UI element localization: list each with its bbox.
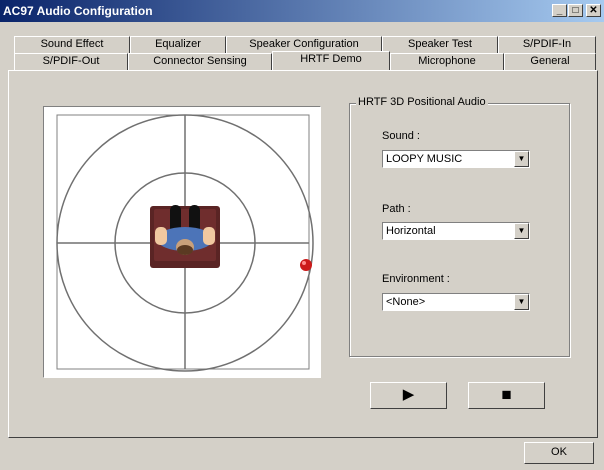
environment-label: Environment : — [382, 273, 450, 285]
play-button[interactable]: ▶ — [370, 382, 447, 409]
tab-spdif-out[interactable]: S/PDIF-Out — [14, 53, 128, 70]
sound-select-value: LOOPY MUSIC — [386, 153, 463, 165]
tab-equalizer[interactable]: Equalizer — [130, 36, 226, 53]
maximize-button[interactable]: □ — [568, 4, 583, 17]
minimize-button[interactable]: _ — [552, 4, 567, 17]
path-label: Path : — [382, 203, 411, 215]
play-icon: ▶ — [402, 386, 415, 403]
groupbox-title: HRTF 3D Positional Audio — [356, 96, 488, 108]
tab-speaker-test[interactable]: Speaker Test — [382, 36, 498, 53]
chevron-down-icon[interactable]: ▼ — [514, 294, 529, 310]
dialog-window: AC97 Audio Configuration _ □ ✕ Sound Eff… — [0, 0, 604, 470]
tab-connector-sensing[interactable]: Connector Sensing — [128, 53, 272, 70]
tab-spdif-in[interactable]: S/PDIF-In — [498, 36, 596, 53]
stop-button[interactable]: ■ — [468, 382, 545, 409]
tab-microphone[interactable]: Microphone — [390, 53, 504, 70]
chevron-down-icon[interactable]: ▼ — [514, 151, 529, 167]
chevron-down-icon[interactable]: ▼ — [514, 223, 529, 239]
sound-label: Sound : — [382, 130, 420, 142]
hrtf-visualization — [43, 106, 321, 378]
sound-source-marker[interactable] — [300, 259, 312, 271]
position-map — [56, 114, 314, 372]
environment-select[interactable]: <None> ▼ — [382, 293, 530, 311]
tab-general[interactable]: General — [504, 53, 596, 70]
title-bar[interactable]: AC97 Audio Configuration _ □ ✕ — [0, 0, 604, 22]
environment-select-value: <None> — [386, 296, 426, 308]
path-select-value: Horizontal — [386, 225, 436, 237]
listener-icon — [150, 205, 220, 268]
stop-icon: ■ — [501, 385, 512, 404]
path-select[interactable]: Horizontal ▼ — [382, 222, 530, 240]
window-title: AC97 Audio Configuration — [3, 4, 153, 18]
sound-select[interactable]: LOOPY MUSIC ▼ — [382, 150, 530, 168]
ok-button[interactable]: OK — [524, 442, 594, 464]
tab-sound-effect[interactable]: Sound Effect — [14, 36, 130, 53]
close-button[interactable]: ✕ — [586, 4, 601, 17]
tab-hrtf-demo[interactable]: HRTF Demo — [272, 51, 390, 71]
